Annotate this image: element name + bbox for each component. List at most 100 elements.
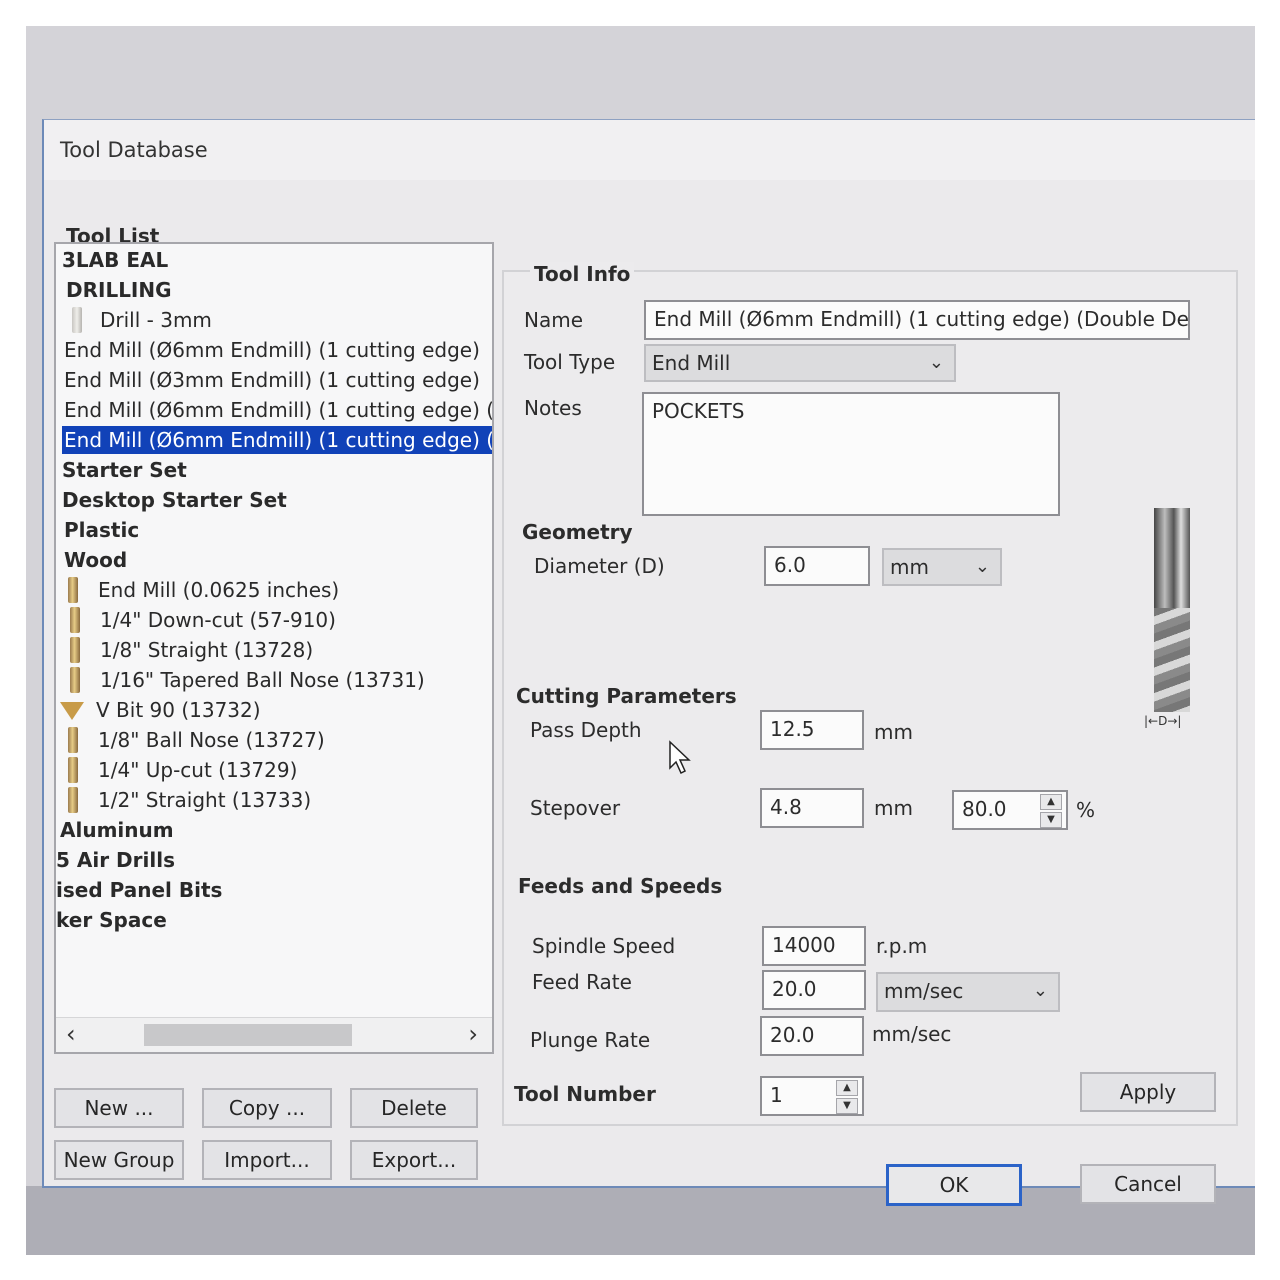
tool-group-item[interactable]: Aluminum (56, 816, 492, 844)
tool-item[interactable]: End Mill (Ø3mm Endmill) (1 cutting edge) (56, 366, 492, 394)
stepover-percent-spinbox[interactable]: 80.0 ▲ ▼ (952, 790, 1068, 830)
spin-down-icon[interactable]: ▼ (836, 1098, 858, 1114)
pass-depth-unit: mm (874, 720, 913, 744)
tool-group-item[interactable]: Plastic (56, 516, 492, 544)
scroll-right-icon[interactable]: › (468, 1020, 478, 1048)
tool-group-item[interactable]: DRILLING (56, 276, 492, 304)
stepover-input[interactable]: 4.8 (760, 788, 864, 828)
apply-button[interactable]: Apply (1080, 1072, 1216, 1112)
feed-rate-input[interactable]: 20.0 (762, 970, 866, 1010)
tool-item[interactable]: 1/16" Tapered Ball Nose (13731) (56, 666, 492, 694)
endmill-bit-icon (68, 577, 78, 603)
spindle-speed-input[interactable]: 14000 (762, 926, 866, 966)
tool-item[interactable]: V Bit 90 (13732) (56, 696, 492, 724)
mouse-pointer-icon (669, 740, 691, 775)
import-button[interactable]: Import... (202, 1140, 332, 1180)
tool-item-label: End Mill (Ø3mm Endmill) (1 cutting edge) (64, 368, 480, 392)
tool-type-value: End Mill (652, 351, 731, 375)
tool-group-item[interactable]: Wood (56, 546, 492, 574)
bit-flute (1154, 608, 1190, 712)
bit-shank (1154, 508, 1190, 608)
endmill-bit-icon (68, 787, 78, 813)
tool-item-label: 1/8" Straight (13728) (100, 638, 314, 662)
tool-item-label: End Mill (Ø6mm Endmill) (1 cutting edge)… (64, 398, 494, 422)
vbit-icon (60, 702, 84, 720)
pass-depth-input[interactable]: 12.5 (760, 710, 864, 750)
feed-rate-unit-select[interactable]: mm/sec ⌄ (876, 972, 1060, 1012)
stepover-percent-value: 80.0 (962, 797, 1007, 821)
spin-down-icon[interactable]: ▼ (1040, 812, 1062, 828)
tool-item-label: End Mill (0.0625 inches) (98, 578, 340, 602)
delete-button[interactable]: Delete (350, 1088, 478, 1128)
photo-frame: Tool Database Tool List ker Space ised Pa… (26, 26, 1255, 1255)
tool-item-label: Plastic (64, 518, 140, 542)
tool-number-value: 1 (770, 1083, 783, 1107)
tool-item-label: End Mill (Ø6mm Endmill) (1 cutting edge)… (62, 426, 492, 454)
tool-item[interactable]: End Mill (Ø6mm Endmill) (1 cutting edge) (56, 336, 492, 364)
tool-item-label: 1/16" Tapered Ball Nose (13731) (100, 668, 425, 692)
tool-item-label: ised Panel Bits (56, 878, 223, 902)
ok-button[interactable]: OK (886, 1164, 1022, 1206)
horizontal-scrollbar[interactable]: ‹ › (56, 1017, 492, 1052)
spin-up-icon[interactable]: ▲ (1040, 794, 1062, 810)
cutting-parameters-heading: Cutting Parameters (516, 684, 737, 708)
drill-bit-icon (72, 307, 82, 333)
endmill-bit-icon (70, 667, 80, 693)
diameter-unit-select[interactable]: mm ⌄ (882, 548, 1002, 586)
tool-group-item[interactable]: ised Panel Bits (56, 876, 492, 904)
name-input[interactable]: End Mill (Ø6mm Endmill) (1 cutting edge)… (644, 300, 1190, 340)
tool-item[interactable]: 1/4" Down-cut (57-910) (56, 606, 492, 634)
spin-up-icon[interactable]: ▲ (836, 1080, 858, 1096)
tool-item-label: Desktop Starter Set (62, 488, 287, 512)
tool-item[interactable]: 1/8" Straight (13728) (56, 636, 492, 664)
tool-group-item[interactable]: Starter Set (56, 456, 492, 484)
plunge-rate-input[interactable]: 20.0 (760, 1016, 864, 1056)
name-label: Name (524, 308, 584, 332)
new-group-button[interactable]: New Group (54, 1140, 184, 1180)
tool-group-item[interactable]: ker Space (56, 906, 492, 934)
export-button[interactable]: Export... (350, 1140, 478, 1180)
tool-item[interactable]: Drill - 3mm (56, 306, 492, 334)
tool-item-label: 5 Air Drills (56, 848, 175, 872)
spindle-speed-unit: r.p.m (876, 934, 928, 958)
tool-item-label: End Mill (Ø6mm Endmill) (1 cutting edge) (64, 338, 480, 362)
notes-textarea[interactable]: POCKETS (642, 392, 1060, 516)
chevron-down-icon: ⌄ (928, 352, 944, 373)
tool-item-label: ker Space (56, 908, 167, 932)
tool-number-label: Tool Number (514, 1082, 656, 1106)
notes-label: Notes (524, 396, 582, 420)
title-bar: Tool Database (44, 120, 1255, 180)
percent-sign: % (1076, 798, 1096, 822)
tool-type-label: Tool Type (524, 350, 616, 374)
new-button[interactable]: New ... (54, 1088, 184, 1128)
tool-type-select[interactable]: End Mill ⌄ (644, 344, 956, 382)
tool-group-item[interactable]: Desktop Starter Set (56, 486, 492, 514)
tool-group-item[interactable]: 3LAB EAL (56, 246, 492, 274)
cancel-button[interactable]: Cancel (1080, 1164, 1216, 1204)
tool-item-label: Drill - 3mm (100, 308, 212, 332)
tool-item-label: Aluminum (60, 818, 174, 842)
tool-group-item[interactable]: 5 Air Drills (56, 846, 492, 874)
tool-list[interactable]: ker Space ised Panel Bits 5 Air Drills Alum… (54, 242, 494, 1054)
tool-item-label: 3LAB EAL (62, 248, 169, 272)
tool-item[interactable]: End Mill (0.0625 inches) (56, 576, 492, 604)
tool-item[interactable]: End Mill (Ø6mm Endmill) (1 cutting edge)… (56, 396, 492, 424)
geometry-heading: Geometry (522, 520, 633, 544)
endmill-bit-icon (70, 637, 80, 663)
tool-item[interactable]: 1/2" Straight (13733) (56, 786, 492, 814)
feed-rate-label: Feed Rate (532, 970, 632, 994)
copy-button[interactable]: Copy ... (202, 1088, 332, 1128)
scroll-left-icon[interactable]: ‹ (66, 1020, 76, 1048)
spin-arrows[interactable]: ▲ ▼ (1040, 794, 1062, 828)
scrollbar-thumb[interactable] (144, 1024, 352, 1046)
pass-depth-label: Pass Depth (530, 718, 642, 742)
tool-item-label: 1/8" Ball Nose (13727) (98, 728, 325, 752)
tool-item[interactable]: 1/4" Up-cut (13729) (56, 756, 492, 784)
diameter-input[interactable]: 6.0 (764, 546, 870, 586)
tool-item-label: Wood (64, 548, 128, 572)
tool-item[interactable]: End Mill (Ø6mm Endmill) (1 cutting edge)… (56, 426, 492, 454)
chevron-down-icon: ⌄ (974, 556, 990, 577)
tool-number-spinbox[interactable]: 1 ▲ ▼ (760, 1076, 864, 1116)
tool-item[interactable]: 1/8" Ball Nose (13727) (56, 726, 492, 754)
spin-arrows[interactable]: ▲ ▼ (836, 1080, 858, 1114)
